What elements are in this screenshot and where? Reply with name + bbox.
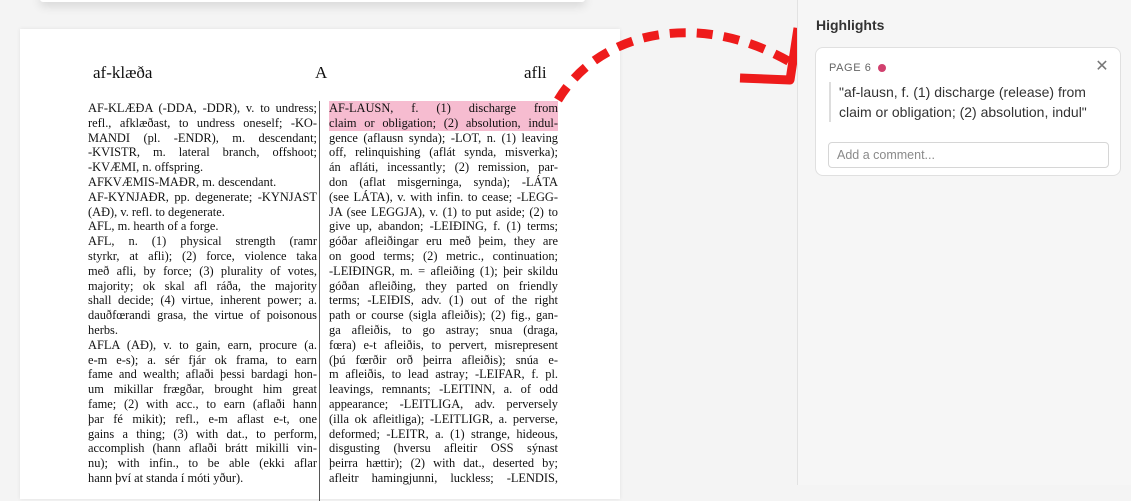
- close-icon[interactable]: ✕: [1093, 58, 1111, 76]
- highlight-card[interactable]: PAGE 6 ✕ "af-lausn, f. (1) discharge (re…: [815, 47, 1121, 176]
- highlight-page-label: PAGE 6: [829, 62, 872, 74]
- curved-dashed-arrow-icon: [554, 27, 797, 103]
- highlights-title: Highlights: [816, 17, 885, 33]
- comment-input[interactable]: [828, 142, 1109, 168]
- highlight-quote: "af-lausn, f. (1) discharge (release) fr…: [829, 82, 1109, 122]
- document-viewer[interactable]: af-klæða A afli AF-KLÆÐA (-DDA, -DDR), v…: [0, 0, 797, 501]
- highlight-color-dot: [878, 64, 886, 72]
- highlights-sidebar: Highlights PAGE 6 ✕ "af-lausn, f. (1) di…: [797, 0, 1131, 485]
